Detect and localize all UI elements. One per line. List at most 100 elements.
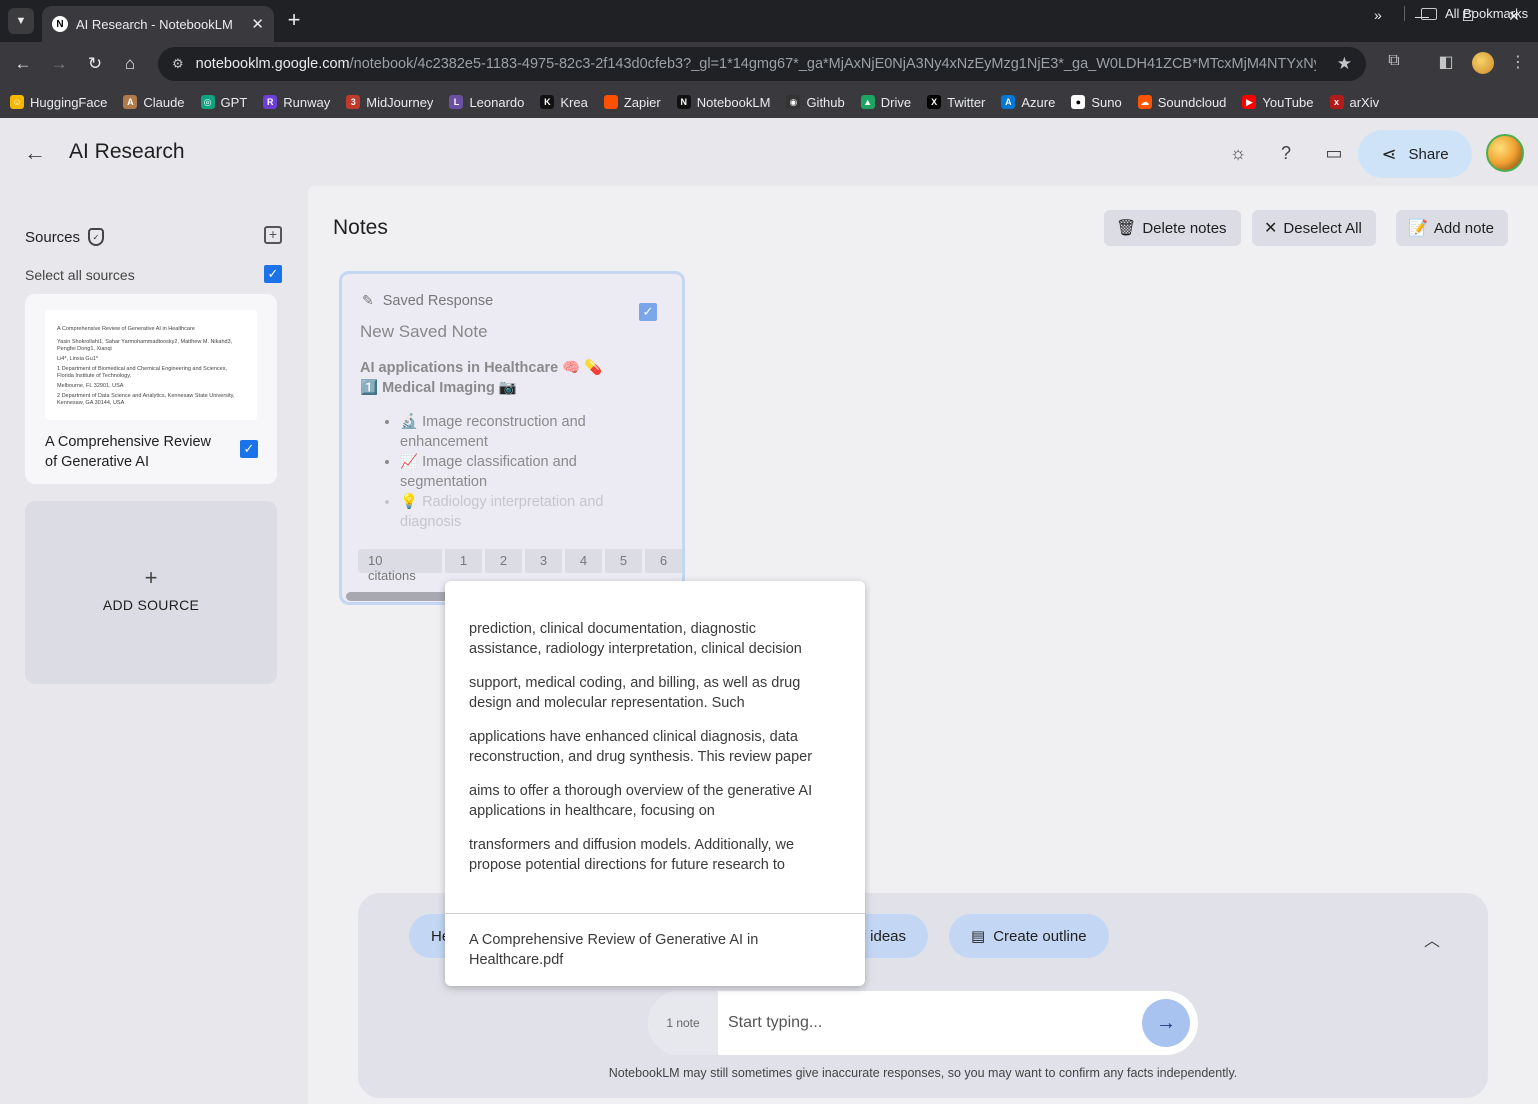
notebooklm-favicon-icon: N (52, 16, 68, 32)
selected-notes-count[interactable]: 1 note (648, 991, 718, 1055)
bookmark-item[interactable]: x arXiv (1329, 94, 1380, 110)
tab-close-icon[interactable]: ✕ (251, 15, 264, 33)
bookmark-item[interactable]: ◎ GPT (200, 94, 248, 110)
citation-chip[interactable]: 4 (565, 549, 603, 573)
bookmark-favicon-icon: x (1329, 95, 1344, 109)
excerpt-paragraph: transformers and diffusion models. Addit… (469, 837, 795, 873)
bookmark-star-icon[interactable]: ★ (1337, 54, 1352, 74)
bookmark-favicon-icon: R (263, 95, 278, 109)
back-arrow-icon[interactable]: ← (24, 140, 46, 166)
bookmark-item[interactable]: ● Suno (1071, 94, 1122, 110)
delete-notes-label: Delete notes (1142, 219, 1227, 237)
bookmark-item[interactable]: ▶ YouTube (1242, 95, 1314, 110)
bookmark-item[interactable]: N NotebookLM (676, 95, 770, 110)
create-outline-button[interactable]: ▤ Create outline (949, 914, 1109, 958)
trash-icon: 🗑 (1116, 220, 1137, 237)
chat-input[interactable] (718, 991, 1142, 1055)
browser-tab[interactable]: N AI Research - NotebookLM ✕ (42, 6, 274, 42)
bookmark-label: Zapier (623, 94, 661, 110)
app-header: ← AI Research ☼ ? ▭ ⋖ Share (0, 118, 1538, 186)
note-bullet-list: 🔬 Image reconstruction and enhancement 📈… (400, 412, 660, 532)
bookmark-label: Leonardo (469, 94, 525, 110)
thumbnail-text-line: Melbourne, FL 32901, USA (57, 383, 124, 389)
back-icon[interactable]: ← (11, 52, 35, 76)
bookmark-item[interactable]: ◉ Github (786, 94, 845, 110)
tab-search-button[interactable]: ▼ (8, 8, 34, 34)
browser-toolbar: ← → ↻ ⌂ ⚙ notebooklm.google.com/notebook… (0, 42, 1538, 86)
citation-chip[interactable]: 1 (445, 549, 483, 573)
reload-icon[interactable]: ↻ (83, 52, 107, 76)
bookmark-favicon-icon: ◎ (200, 95, 215, 109)
note-bullet: 📈 Image classification and segmentation (400, 452, 660, 492)
chevron-up-icon[interactable]: ︿ (1424, 927, 1440, 951)
bookmark-label: Azure (1021, 94, 1056, 110)
add-source-icon[interactable]: + (264, 226, 282, 244)
more-bookmarks-icon[interactable]: » (1374, 7, 1382, 23)
shield-icon[interactable]: ✓ (88, 228, 105, 246)
citation-chip[interactable]: 2 (485, 549, 523, 573)
bookmark-item[interactable]: ☁ Soundcloud (1137, 95, 1226, 110)
bookmark-label: Github (806, 94, 845, 110)
bookmark-label: arXiv (1349, 94, 1380, 110)
bookmark-item[interactable]: R Runway (263, 95, 330, 110)
bookmark-item[interactable]: L Leonardo (449, 95, 524, 110)
citation-chip[interactable]: 6 (645, 549, 682, 573)
deselect-all-button[interactable]: ✕ Deselect All (1252, 210, 1376, 246)
theme-toggle-icon[interactable]: ☼ (1225, 140, 1251, 166)
bookmark-label: MidJourney (366, 94, 434, 110)
source-checkbox[interactable]: ✓ (240, 440, 258, 458)
feedback-icon[interactable]: ▭ (1321, 140, 1347, 166)
share-button[interactable]: ⋖ Share (1358, 130, 1472, 178)
user-avatar[interactable] (1486, 134, 1524, 172)
bookmark-label: Suno (1091, 94, 1122, 110)
thumbnail-text-line: A Comprehensive Review of Generative AI … (57, 326, 195, 332)
note-title[interactable]: New Saved Note (360, 322, 488, 342)
help-icon[interactable]: ? (1273, 140, 1299, 166)
forward-icon[interactable]: → (47, 52, 71, 76)
site-info-icon[interactable]: ⚙ (172, 56, 184, 72)
citation-chip[interactable]: 5 (605, 549, 643, 573)
create-outline-label: Create outline (993, 927, 1087, 945)
saved-note-card[interactable]: ✎ Saved Response ✓ New Saved Note AI app… (339, 271, 685, 605)
bookmark-label: GPT (220, 94, 248, 110)
saved-response-icon: ✎ (362, 292, 374, 308)
bookmark-item[interactable]: Zapier (603, 94, 661, 110)
address-bar[interactable]: ⚙ notebooklm.google.com/notebook/4c2382e… (158, 47, 1366, 81)
add-source-button[interactable]: + ADD SOURCE (25, 501, 277, 684)
browser-profile-avatar[interactable] (1472, 52, 1494, 74)
new-tab-button[interactable]: + (283, 8, 305, 32)
bookmark-item[interactable]: 3 MidJourney (346, 95, 433, 110)
bookmark-item[interactable]: ☺ HuggingFace (10, 95, 107, 110)
bookmark-favicon-icon (603, 95, 618, 109)
bookmark-label: Drive (880, 94, 912, 110)
source-card[interactable]: A Comprehensive Review of Generative AI … (25, 294, 277, 484)
bookmark-favicon-icon: X (927, 95, 942, 109)
bookmark-item[interactable]: K Krea (540, 95, 588, 110)
citation-source-file[interactable]: A Comprehensive Review of Generative AI … (469, 930, 799, 970)
menu-kebab-icon[interactable]: ⋮ (1506, 52, 1530, 72)
note-body: AI applications in Healthcare 🧠 💊 1️⃣ Me… (360, 358, 660, 532)
send-button[interactable]: → (1142, 999, 1190, 1047)
extensions-icon[interactable]: ⧉ (1382, 52, 1406, 70)
plus-icon: + (144, 565, 158, 590)
note-checkbox[interactable]: ✓ (639, 303, 657, 321)
bookmark-item[interactable]: ▲ Drive (860, 94, 912, 110)
bookmark-item[interactable]: X Twitter (927, 95, 985, 110)
thumbnail-text-line: 2 Department of Data Science and Analyti… (57, 393, 235, 406)
add-note-button[interactable]: 📝 Add note (1396, 210, 1508, 246)
notebook-title[interactable]: AI Research (69, 140, 185, 164)
bookmark-favicon-icon: ◉ (786, 95, 801, 109)
home-icon[interactable]: ⌂ (118, 52, 142, 76)
note-type-label: Saved Response (382, 292, 494, 309)
bookmark-item[interactable]: A Claude (123, 95, 185, 110)
deselect-all-label: Deselect All (1283, 219, 1362, 237)
select-all-checkbox[interactable]: ✓ (264, 265, 282, 283)
bookmark-item[interactable]: A Azure (1001, 95, 1055, 110)
arrow-right-icon: → (1156, 1011, 1176, 1034)
side-panel-icon[interactable]: ◧ (1434, 52, 1458, 72)
all-bookmarks-label: All Bookmarks (1445, 6, 1529, 21)
sources-sidebar: Sources ✓ + Select all sources ✓ A Compr… (0, 186, 308, 1104)
delete-notes-button[interactable]: 🗑 Delete notes (1104, 210, 1241, 246)
citation-chip[interactable]: 3 (525, 549, 563, 573)
all-bookmarks-button[interactable]: All Bookmarks (1404, 6, 1528, 21)
